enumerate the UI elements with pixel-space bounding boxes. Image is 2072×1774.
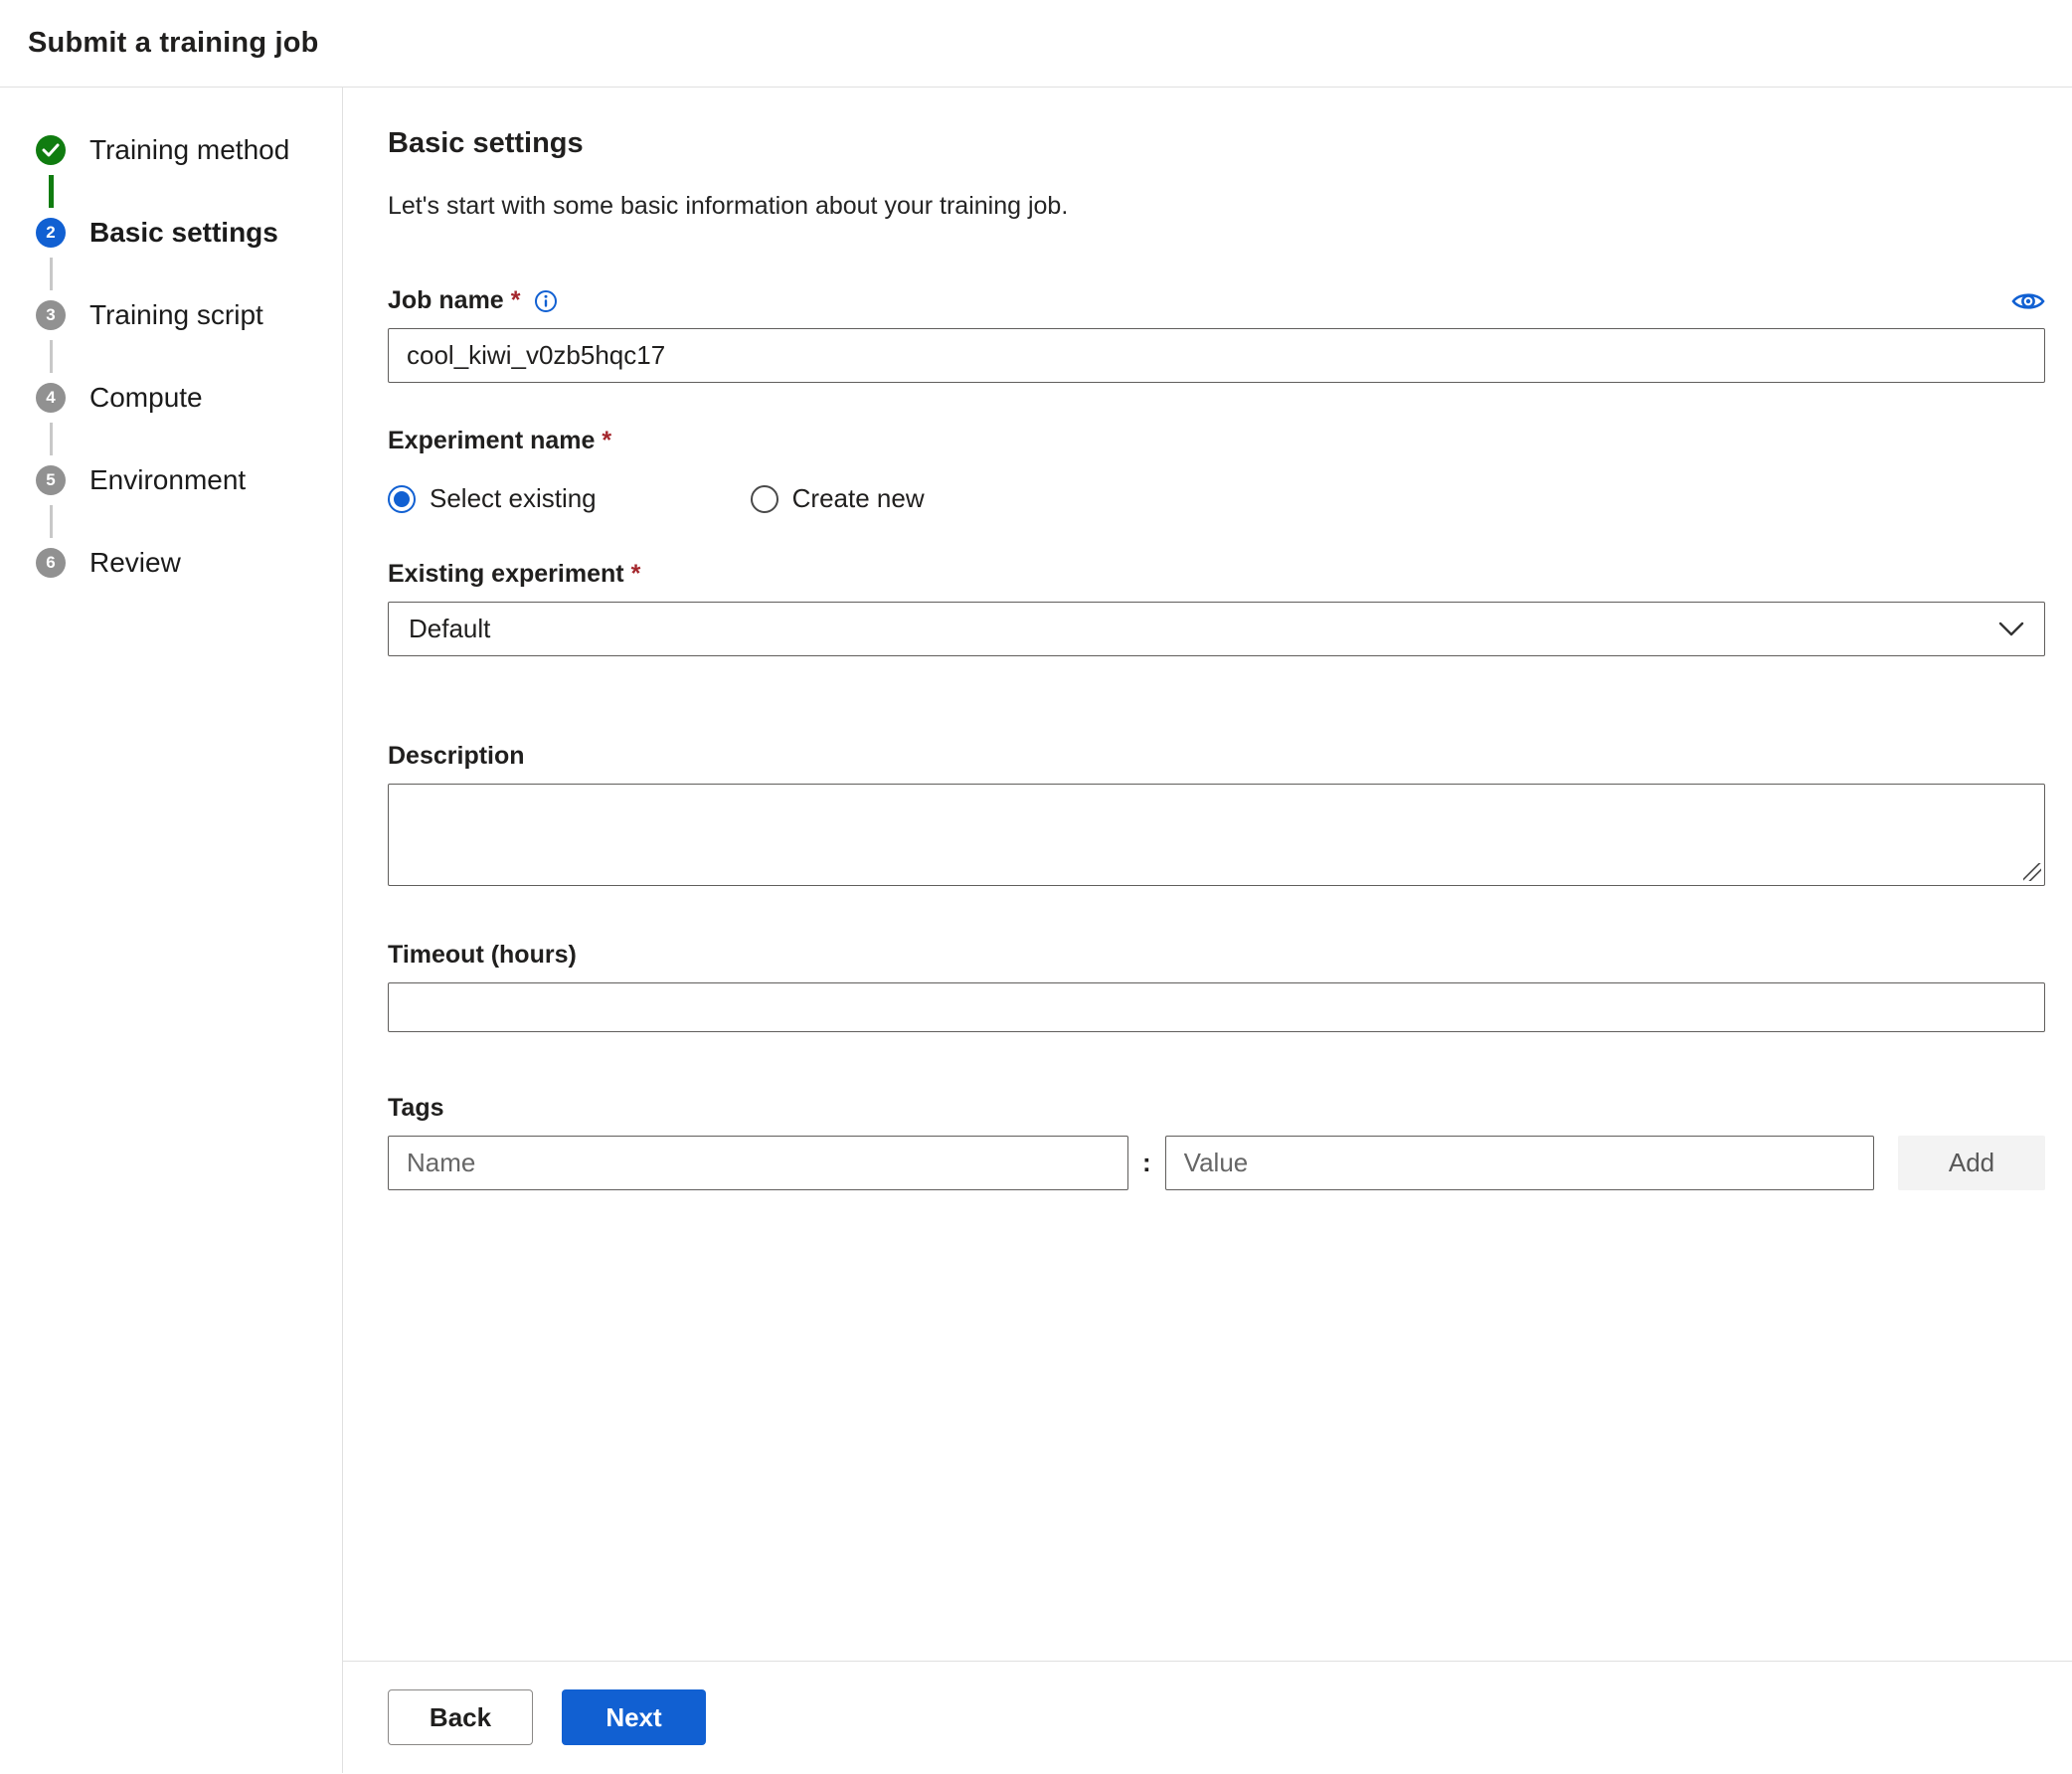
job-name-input[interactable] [388,328,2045,383]
step-number-badge: 2 [36,218,66,248]
description-label: Description [388,742,525,770]
wizard-footer: Back Next [343,1661,2072,1773]
tag-separator: : [1142,1148,1151,1177]
radio-label: Create new [791,483,925,513]
existing-experiment-value: Default [409,614,491,643]
step-label: Basic settings [89,217,278,248]
step-review[interactable]: 6 Review [36,547,342,579]
add-tag-button[interactable]: Add [1898,1136,2045,1190]
radio-create-new[interactable]: Create new [750,483,925,514]
step-training-method[interactable]: Training method [36,134,342,166]
tag-value-input[interactable] [1164,1136,1874,1190]
job-name-label: Job name [388,286,504,314]
tag-name-input[interactable] [388,1136,1128,1190]
description-textarea[interactable] [388,784,2045,886]
info-icon[interactable] [534,289,558,313]
step-compute[interactable]: 4 Compute [36,382,342,414]
radio-unselected-icon [750,484,778,513]
step-connector [50,340,53,373]
step-basic-settings[interactable]: 2 Basic settings [36,217,342,249]
radio-selected-icon [388,484,416,513]
step-label: Environment [89,464,247,495]
timeout-input[interactable] [388,982,2045,1032]
experiment-name-label: Experiment name [388,427,596,454]
step-label: Training script [89,299,263,330]
required-marker: * [602,427,612,454]
required-marker: * [630,560,641,588]
step-label: Training method [89,134,290,165]
next-button[interactable]: Next [562,1689,706,1745]
radio-select-existing[interactable]: Select existing [388,483,597,514]
app-header: Submit a training job [0,0,2072,88]
step-label: Review [89,547,181,578]
step-number-badge: 6 [36,548,66,578]
step-connector [50,258,53,290]
step-environment[interactable]: 5 Environment [36,464,342,496]
existing-experiment-label: Existing experiment [388,560,624,588]
section-heading: Basic settings [388,127,584,159]
step-training-script[interactable]: 3 Training script [36,299,342,331]
required-marker: * [510,286,521,314]
existing-experiment-select[interactable]: Default [388,602,2045,656]
step-number-badge: 4 [36,383,66,413]
step-number-badge: 5 [36,465,66,495]
section-subtitle: Let's start with some basic information … [388,192,1069,220]
page-title: Submit a training job [28,27,319,59]
step-completed-check-icon [36,135,66,165]
wizard-steps-sidebar: Training method 2 Basic settings 3 Train… [0,88,343,1773]
timeout-label: Timeout (hours) [388,941,577,969]
radio-label: Select existing [430,483,597,513]
step-connector [49,175,54,208]
step-connector [50,423,53,455]
step-connector [50,505,53,538]
back-button[interactable]: Back [388,1689,533,1745]
view-code-eye-icon[interactable] [2011,289,2045,313]
tags-label: Tags [388,1094,444,1122]
chevron-down-icon [1998,621,2024,636]
step-number-badge: 3 [36,300,66,330]
step-label: Compute [89,382,203,413]
